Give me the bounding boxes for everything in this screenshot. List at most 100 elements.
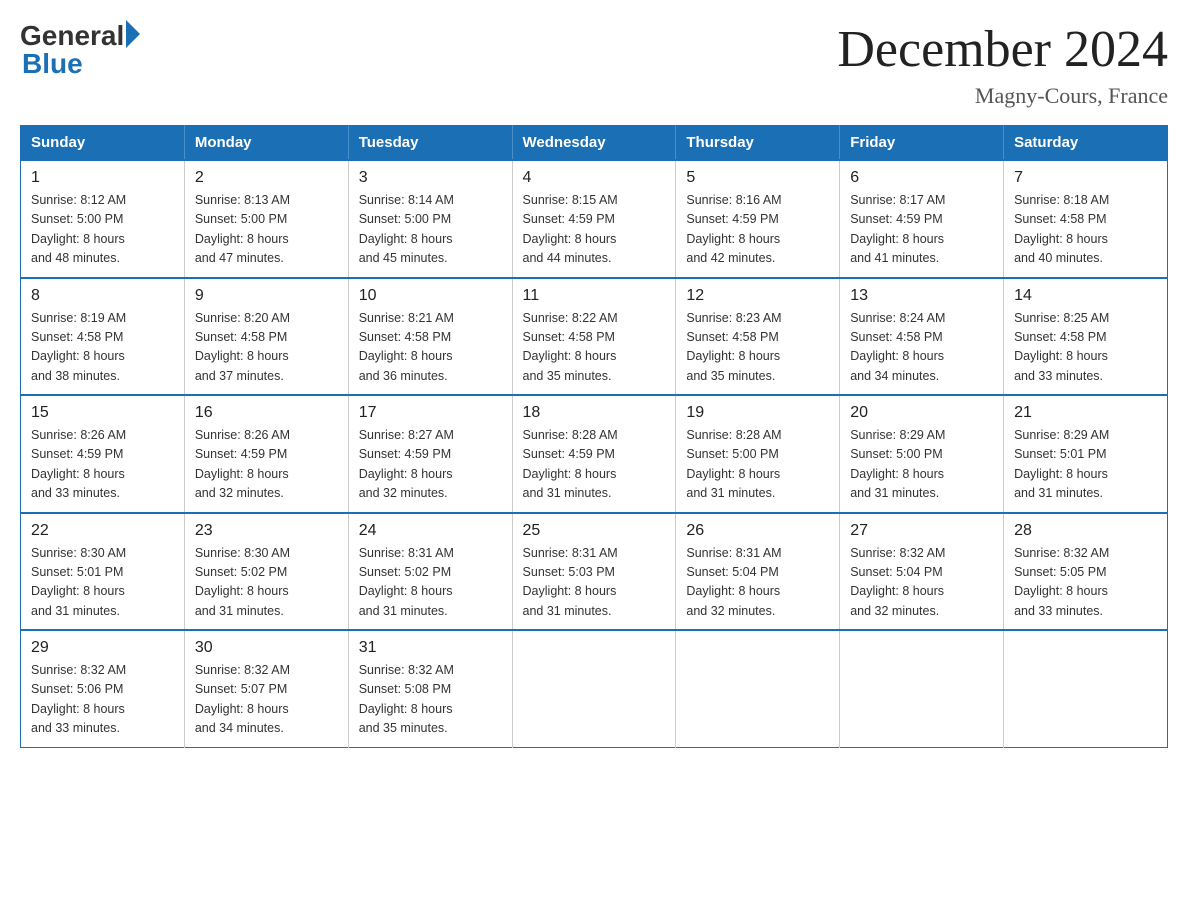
day-info: Sunrise: 8:32 AMSunset: 5:04 PMDaylight:… [850, 544, 993, 622]
day-number: 14 [1014, 287, 1157, 305]
page-header: General Blue December 2024 Magny-Cours, … [20, 20, 1168, 109]
day-info: Sunrise: 8:28 AMSunset: 5:00 PMDaylight:… [686, 426, 829, 504]
calendar-day-cell: 4 Sunrise: 8:15 AMSunset: 4:59 PMDaylight… [512, 160, 676, 278]
calendar-header-monday: Monday [184, 126, 348, 161]
day-number: 17 [359, 404, 502, 422]
calendar-header-tuesday: Tuesday [348, 126, 512, 161]
day-number: 27 [850, 522, 993, 540]
day-number: 24 [359, 522, 502, 540]
day-info: Sunrise: 8:32 AMSunset: 5:05 PMDaylight:… [1014, 544, 1157, 622]
day-info: Sunrise: 8:19 AMSunset: 4:58 PMDaylight:… [31, 309, 174, 387]
calendar-day-cell: 28 Sunrise: 8:32 AMSunset: 5:05 PMDayligh… [1004, 513, 1168, 631]
calendar-week-row: 15 Sunrise: 8:26 AMSunset: 4:59 PMDayligh… [21, 395, 1168, 513]
logo-blue-text: Blue [22, 48, 83, 80]
day-info: Sunrise: 8:32 AMSunset: 5:06 PMDaylight:… [31, 661, 174, 739]
calendar-week-row: 1 Sunrise: 8:12 AMSunset: 5:00 PMDaylight… [21, 160, 1168, 278]
day-info: Sunrise: 8:31 AMSunset: 5:04 PMDaylight:… [686, 544, 829, 622]
calendar-day-cell: 14 Sunrise: 8:25 AMSunset: 4:58 PMDayligh… [1004, 278, 1168, 396]
subtitle: Magny-Cours, France [837, 83, 1168, 109]
day-number: 31 [359, 639, 502, 657]
day-info: Sunrise: 8:26 AMSunset: 4:59 PMDaylight:… [195, 426, 338, 504]
day-number: 7 [1014, 169, 1157, 187]
day-number: 3 [359, 169, 502, 187]
day-info: Sunrise: 8:32 AMSunset: 5:07 PMDaylight:… [195, 661, 338, 739]
day-info: Sunrise: 8:12 AMSunset: 5:00 PMDaylight:… [31, 191, 174, 269]
calendar-day-cell: 3 Sunrise: 8:14 AMSunset: 5:00 PMDaylight… [348, 160, 512, 278]
calendar-day-cell: 7 Sunrise: 8:18 AMSunset: 4:58 PMDaylight… [1004, 160, 1168, 278]
day-number: 1 [31, 169, 174, 187]
day-info: Sunrise: 8:22 AMSunset: 4:58 PMDaylight:… [523, 309, 666, 387]
calendar-day-cell: 23 Sunrise: 8:30 AMSunset: 5:02 PMDayligh… [184, 513, 348, 631]
calendar-day-cell: 2Sunrise: 8:13 AMSunset: 5:00 PMDaylight… [184, 160, 348, 278]
day-info: Sunrise: 8:30 AMSunset: 5:02 PMDaylight:… [195, 544, 338, 622]
title-area: December 2024 Magny-Cours, France [837, 20, 1168, 109]
calendar-day-cell: 5 Sunrise: 8:16 AMSunset: 4:59 PMDaylight… [676, 160, 840, 278]
calendar-table: SundayMondayTuesdayWednesdayThursdayFrid… [20, 125, 1168, 748]
calendar-day-cell [512, 630, 676, 747]
day-number: 20 [850, 404, 993, 422]
day-number: 10 [359, 287, 502, 305]
calendar-week-row: 22 Sunrise: 8:30 AMSunset: 5:01 PMDayligh… [21, 513, 1168, 631]
day-number: 13 [850, 287, 993, 305]
calendar-day-cell: 26 Sunrise: 8:31 AMSunset: 5:04 PMDayligh… [676, 513, 840, 631]
calendar-day-cell: 24 Sunrise: 8:31 AMSunset: 5:02 PMDayligh… [348, 513, 512, 631]
calendar-day-cell: 18Sunrise: 8:28 AMSunset: 4:59 PMDayligh… [512, 395, 676, 513]
day-info: Sunrise: 8:29 AMSunset: 5:00 PMDaylight:… [850, 426, 993, 504]
day-info: Sunrise: 8:25 AMSunset: 4:58 PMDaylight:… [1014, 309, 1157, 387]
day-info: Sunrise: 8:23 AMSunset: 4:58 PMDaylight:… [686, 309, 829, 387]
calendar-day-cell: 31Sunrise: 8:32 AMSunset: 5:08 PMDayligh… [348, 630, 512, 747]
day-number: 22 [31, 522, 174, 540]
day-number: 6 [850, 169, 993, 187]
day-info: Sunrise: 8:26 AMSunset: 4:59 PMDaylight:… [31, 426, 174, 504]
day-number: 25 [523, 522, 666, 540]
calendar-day-cell: 9 Sunrise: 8:20 AMSunset: 4:58 PMDaylight… [184, 278, 348, 396]
calendar-day-cell: 29 Sunrise: 8:32 AMSunset: 5:06 PMDayligh… [21, 630, 185, 747]
day-number: 29 [31, 639, 174, 657]
day-info: Sunrise: 8:27 AMSunset: 4:59 PMDaylight:… [359, 426, 502, 504]
logo: General Blue [20, 20, 140, 80]
logo-triangle-icon [126, 20, 140, 48]
calendar-day-cell: 25 Sunrise: 8:31 AMSunset: 5:03 PMDayligh… [512, 513, 676, 631]
day-number: 15 [31, 404, 174, 422]
day-info: Sunrise: 8:16 AMSunset: 4:59 PMDaylight:… [686, 191, 829, 269]
day-number: 28 [1014, 522, 1157, 540]
day-number: 12 [686, 287, 829, 305]
day-info: Sunrise: 8:31 AMSunset: 5:02 PMDaylight:… [359, 544, 502, 622]
calendar-header-wednesday: Wednesday [512, 126, 676, 161]
calendar-day-cell: 1 Sunrise: 8:12 AMSunset: 5:00 PMDaylight… [21, 160, 185, 278]
day-number: 21 [1014, 404, 1157, 422]
calendar-day-cell: 19Sunrise: 8:28 AMSunset: 5:00 PMDayligh… [676, 395, 840, 513]
calendar-header-saturday: Saturday [1004, 126, 1168, 161]
calendar-day-cell [676, 630, 840, 747]
day-info: Sunrise: 8:15 AMSunset: 4:59 PMDaylight:… [523, 191, 666, 269]
calendar-day-cell: 20 Sunrise: 8:29 AMSunset: 5:00 PMDayligh… [840, 395, 1004, 513]
day-info: Sunrise: 8:21 AMSunset: 4:58 PMDaylight:… [359, 309, 502, 387]
calendar-day-cell: 16 Sunrise: 8:26 AMSunset: 4:59 PMDayligh… [184, 395, 348, 513]
calendar-day-cell: 30Sunrise: 8:32 AMSunset: 5:07 PMDayligh… [184, 630, 348, 747]
calendar-day-cell: 27 Sunrise: 8:32 AMSunset: 5:04 PMDayligh… [840, 513, 1004, 631]
calendar-day-cell: 22 Sunrise: 8:30 AMSunset: 5:01 PMDayligh… [21, 513, 185, 631]
calendar-day-cell: 8 Sunrise: 8:19 AMSunset: 4:58 PMDaylight… [21, 278, 185, 396]
day-number: 16 [195, 404, 338, 422]
page-title: December 2024 [837, 20, 1168, 79]
calendar-header-thursday: Thursday [676, 126, 840, 161]
day-info: Sunrise: 8:18 AMSunset: 4:58 PMDaylight:… [1014, 191, 1157, 269]
calendar-header-friday: Friday [840, 126, 1004, 161]
day-info: Sunrise: 8:20 AMSunset: 4:58 PMDaylight:… [195, 309, 338, 387]
calendar-day-cell: 6Sunrise: 8:17 AMSunset: 4:59 PMDaylight… [840, 160, 1004, 278]
calendar-day-cell [840, 630, 1004, 747]
day-info: Sunrise: 8:29 AMSunset: 5:01 PMDaylight:… [1014, 426, 1157, 504]
day-info: Sunrise: 8:13 AMSunset: 5:00 PMDaylight:… [195, 191, 338, 269]
day-number: 9 [195, 287, 338, 305]
day-number: 8 [31, 287, 174, 305]
day-number: 26 [686, 522, 829, 540]
day-number: 23 [195, 522, 338, 540]
calendar-week-row: 8 Sunrise: 8:19 AMSunset: 4:58 PMDaylight… [21, 278, 1168, 396]
calendar-day-cell: 12 Sunrise: 8:23 AMSunset: 4:58 PMDayligh… [676, 278, 840, 396]
day-info: Sunrise: 8:31 AMSunset: 5:03 PMDaylight:… [523, 544, 666, 622]
day-number: 4 [523, 169, 666, 187]
day-number: 5 [686, 169, 829, 187]
day-info: Sunrise: 8:30 AMSunset: 5:01 PMDaylight:… [31, 544, 174, 622]
day-info: Sunrise: 8:28 AMSunset: 4:59 PMDaylight:… [523, 426, 666, 504]
day-info: Sunrise: 8:14 AMSunset: 5:00 PMDaylight:… [359, 191, 502, 269]
